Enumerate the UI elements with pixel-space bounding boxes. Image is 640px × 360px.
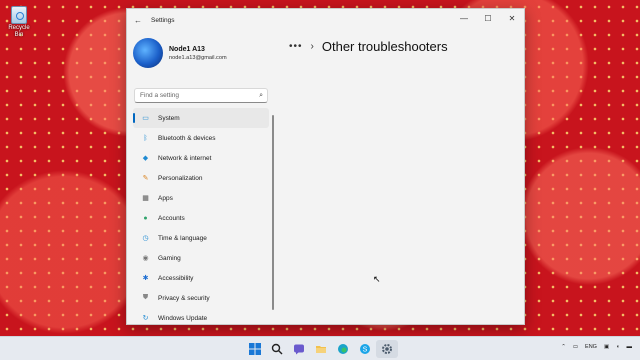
- svg-text:S: S: [363, 347, 368, 354]
- sidebar-item-label: Network & internet: [158, 154, 212, 162]
- close-button[interactable]: ✕: [500, 9, 524, 27]
- sidebar-item-label: Accessibility: [158, 274, 194, 282]
- monitor-icon: ▭: [142, 115, 149, 122]
- breadcrumb-more-button[interactable]: •••: [289, 41, 303, 52]
- sidebar-item-windows-update[interactable]: ↻ Windows Update: [133, 308, 269, 328]
- sidebar-item-label: Time & language: [158, 234, 207, 242]
- search-input[interactable]: [140, 92, 250, 99]
- taskbar: S ⌃ ▭ ENG ▣ ◖ ▬: [0, 336, 640, 360]
- sidebar-item-label: Personalization: [158, 174, 203, 182]
- minimize-button[interactable]: —: [452, 9, 476, 27]
- avatar: [133, 38, 163, 68]
- sidebar-scrollbar[interactable]: [272, 115, 274, 310]
- sidebar-item-accounts[interactable]: ● Accounts: [133, 208, 269, 228]
- settings-window: ← Settings — ☐ ✕ Node1 A13 node1.a13@gma…: [126, 8, 525, 325]
- sidebar-item-label: Accounts: [158, 214, 185, 222]
- chevron-right-icon: ›: [310, 41, 314, 52]
- search-box[interactable]: ⌕: [134, 88, 268, 103]
- gamepad-icon: ◉: [142, 255, 149, 262]
- sidebar-item-label: System: [158, 114, 180, 122]
- sidebar-item-time-language[interactable]: ◷ Time & language: [133, 228, 269, 248]
- taskbar-apps: S: [244, 340, 398, 358]
- window-controls: — ☐ ✕: [452, 9, 524, 27]
- sidebar-item-label: Gaming: [158, 254, 181, 262]
- search-icon[interactable]: [266, 340, 288, 358]
- battery-icon[interactable]: ▬: [627, 344, 633, 350]
- bluetooth-icon: ᛒ: [143, 134, 148, 142]
- recycle-bin-icon: [11, 6, 27, 24]
- desktop-recycle-bin[interactable]: Recycle Bin: [4, 6, 34, 38]
- network-icon[interactable]: ▣: [604, 344, 609, 350]
- volume-icon[interactable]: ◖: [616, 344, 619, 350]
- sidebar-item-bluetooth-devices[interactable]: ᛒ Bluetooth & devices: [133, 128, 269, 148]
- sidebar-item-network-internet[interactable]: ◆ Network & internet: [133, 148, 269, 168]
- sidebar-item-accessibility[interactable]: ✱ Accessibility: [133, 268, 269, 288]
- search-icon[interactable]: ⌕: [259, 92, 263, 100]
- file-explorer-icon[interactable]: [310, 340, 332, 358]
- user-profile[interactable]: Node1 A13 node1.a13@gmail.com: [133, 38, 227, 68]
- accessibility-icon: ✱: [142, 275, 149, 282]
- breadcrumb: ••• › Other troubleshooters: [289, 39, 448, 54]
- person-icon: ●: [143, 214, 148, 222]
- mouse-cursor-icon: ↖: [373, 274, 381, 284]
- skype-icon[interactable]: S: [354, 340, 376, 358]
- update-icon: ↻: [142, 315, 149, 322]
- system-tray: ⌃ ▭ ENG ▣ ◖ ▬: [554, 344, 632, 350]
- sidebar-item-apps[interactable]: ▦ Apps: [133, 188, 269, 208]
- brush-icon: ✎: [142, 175, 149, 182]
- sidebar-item-privacy-security[interactable]: ⛊ Privacy & security: [133, 288, 269, 308]
- shield-icon: ⛊: [142, 294, 149, 301]
- profile-name: Node1 A13: [169, 45, 205, 53]
- back-arrow-icon[interactable]: ←: [129, 16, 147, 25]
- recycle-bin-label: Recycle Bin: [8, 25, 30, 38]
- title-bar: ← Settings — ☐ ✕: [127, 9, 524, 31]
- sidebar-item-label: Privacy & security: [158, 294, 210, 302]
- chevron-up-icon[interactable]: ⌃: [561, 344, 566, 350]
- sidebar-item-label: Windows Update: [158, 314, 208, 322]
- sidebar-item-gaming[interactable]: ◉ Gaming: [133, 248, 269, 268]
- display-icon[interactable]: ▭: [573, 344, 578, 350]
- language-indicator[interactable]: ENG: [585, 344, 597, 350]
- wifi-icon: ◆: [142, 155, 149, 162]
- profile-email: node1.a13@gmail.com: [169, 54, 227, 61]
- apps-icon: ▦: [142, 195, 149, 202]
- edge-icon[interactable]: [332, 340, 354, 358]
- sidebar-nav: ▭ System ᛒ Bluetooth & devices ◆ Network & in…: [133, 108, 269, 328]
- windows-start-icon[interactable]: [244, 340, 266, 358]
- chat-icon[interactable]: [288, 340, 310, 358]
- maximize-button[interactable]: ☐: [476, 9, 500, 27]
- page-title: Other troubleshooters: [321, 39, 448, 54]
- sidebar-item-label: Bluetooth & devices: [158, 134, 216, 142]
- settings-icon[interactable]: [376, 340, 398, 358]
- sidebar-item-label: Apps: [158, 194, 173, 202]
- sidebar-item-system[interactable]: ▭ System: [133, 108, 269, 128]
- window-title: Settings: [151, 16, 175, 24]
- sidebar-item-personalization[interactable]: ✎ Personalization: [133, 168, 269, 188]
- globe-clock-icon: ◷: [142, 235, 149, 242]
